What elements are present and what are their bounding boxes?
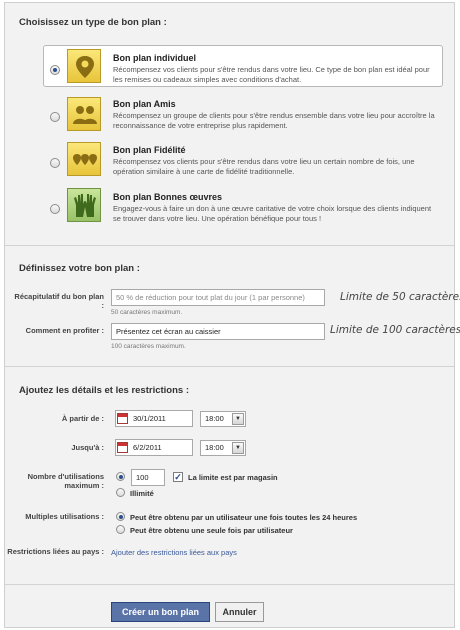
start-label: À partir de : <box>61 414 104 423</box>
redeem-hint: 100 caractères maximum. <box>111 343 186 350</box>
multiple-uses-once-label: Peut être obtenu une seule fois par util… <box>130 526 293 535</box>
create-deal-button[interactable]: Créer un bon plan <box>111 602 210 622</box>
type-name-friends: Bon plan Amis <box>113 99 176 109</box>
country-label: Restrictions liées au pays : <box>7 547 104 556</box>
end-time-select[interactable]: 18:00 ▼ <box>200 440 246 456</box>
map-pin-icon <box>67 49 101 83</box>
multiple-uses-24h-radio[interactable] <box>116 512 125 521</box>
type-radio-friends[interactable] <box>50 112 60 122</box>
multiple-uses-24h-label: Peut être obtenu par un utilisateur une … <box>130 513 358 522</box>
max-uses-limited-radio[interactable] <box>116 472 125 481</box>
calendar-icon[interactable] <box>117 413 128 424</box>
cancel-button[interactable]: Annuler <box>215 602 264 622</box>
unlimited-label: Illimité <box>130 489 154 498</box>
start-time-value: 18:00 <box>205 414 224 423</box>
section-divider <box>5 366 454 367</box>
per-store-label: La limite est par magasin <box>188 473 278 482</box>
type-desc-friends: Récompensez un groupe de clients pour s'… <box>113 111 435 130</box>
redeem-limit-note: Limite de 100 caractères <box>330 324 460 336</box>
end-label: Jusqu'à : <box>71 443 104 452</box>
calendar-icon[interactable] <box>117 442 128 453</box>
max-uses-unlimited-radio[interactable] <box>116 488 125 497</box>
friends-icon <box>67 97 101 131</box>
redeem-input[interactable]: Présentez cet écran au caissier <box>111 323 325 340</box>
section-divider <box>5 584 454 585</box>
summary-limit-note: Limite de 50 caractères <box>340 291 460 303</box>
type-radio-loyalty[interactable] <box>50 158 60 168</box>
redeem-label: Comment en profiter : <box>25 326 104 335</box>
type-desc-loyalty: Récompensez vos clients pour s'être rend… <box>113 157 415 176</box>
details-section-title: Ajoutez les détails et les restrictions … <box>19 385 189 396</box>
multiple-uses-once-radio[interactable] <box>116 525 125 534</box>
chevron-down-icon: ▼ <box>232 413 244 425</box>
start-time-select[interactable]: 18:00 ▼ <box>200 411 246 427</box>
type-radio-charity[interactable] <box>50 204 60 214</box>
multiple-uses-label: Multiples utilisations : <box>25 512 104 521</box>
type-desc-charity: Engagez-vous à faire un don à une œuvre … <box>113 204 432 223</box>
type-name-charity: Bon plan Bonnes œuvres <box>113 192 223 202</box>
summary-label: Récapitulatif du bon plan : <box>14 292 104 310</box>
country-restrictions-link[interactable]: Ajouter des restrictions liées aux pays <box>111 548 237 557</box>
multiple-pins-icon <box>67 142 101 176</box>
raised-hands-icon <box>67 188 101 222</box>
summary-input[interactable]: 50 % de réduction pour tout plat du jour… <box>111 289 325 306</box>
type-name-individual: Bon plan individuel <box>113 53 196 63</box>
end-time-value: 18:00 <box>205 443 224 452</box>
type-section-title: Choisissez un type de bon plan : <box>19 17 167 28</box>
per-store-checkbox[interactable]: ✓ <box>173 472 183 482</box>
summary-hint: 50 caractères maximum. <box>111 309 183 316</box>
max-uses-input[interactable]: 100 <box>131 469 165 486</box>
max-uses-label: Nombre d'utilisations maximum : <box>27 472 104 490</box>
type-desc-individual: Récompensez vos clients pour s'être rend… <box>113 65 430 84</box>
section-divider <box>5 245 454 246</box>
type-name-loyalty: Bon plan Fidélité <box>113 145 186 155</box>
define-section-title: Définissez votre bon plan : <box>19 263 140 274</box>
chevron-down-icon: ▼ <box>232 442 244 454</box>
type-radio-individual[interactable] <box>50 65 60 75</box>
